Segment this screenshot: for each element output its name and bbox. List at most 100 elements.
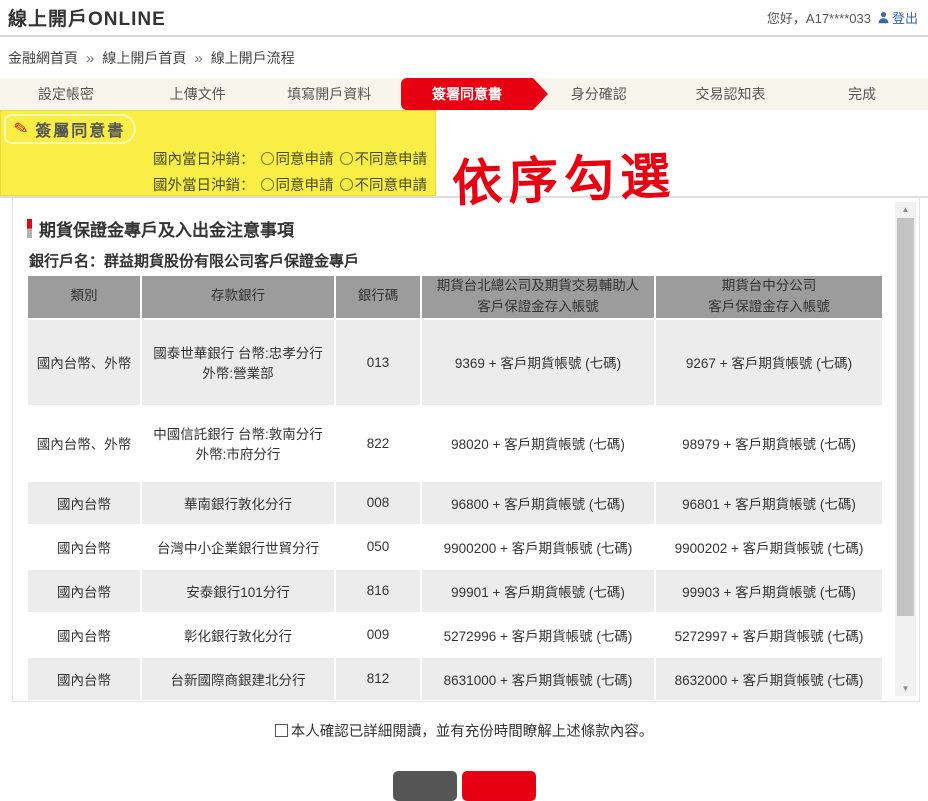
cell-taichung-account: 99903 + 客戶期貨帳號 (七碼): [656, 570, 882, 612]
cell-bank-code: 008: [336, 482, 420, 524]
cell-category: 國內台幣: [28, 482, 140, 524]
tab-set-password[interactable]: 設定帳密: [0, 78, 132, 110]
bank-line1: 台新國際商銀建北分行: [146, 669, 330, 689]
table-row: 國內台幣、外幣 中國信託銀行 台幣:敦南分行 外幣:市府分行 822 98020…: [28, 407, 882, 480]
header-taipei-line1: 期貨台北總公司及期貨交易輔助人: [426, 276, 650, 297]
scroll-down-icon[interactable]: ▼: [895, 681, 916, 696]
tab-sign-agreement-active[interactable]: 簽署同意書: [401, 78, 533, 110]
header-taipei-line2: 客戶保證金存入帳號: [426, 297, 650, 318]
domestic-agree-radio[interactable]: 同意申請: [261, 148, 334, 169]
cell-category: 國內台幣: [28, 526, 140, 568]
foreign-disagree-label: 不同意申請: [355, 174, 428, 195]
cell-taipei-account: 98020 + 客戶期貨帳號 (七碼): [422, 407, 654, 480]
tab-fill-account-info[interactable]: 填寫開戶資料: [263, 78, 395, 110]
next-step-button[interactable]: [462, 771, 536, 801]
breadcrumb-home[interactable]: 金融網首頁: [8, 48, 78, 68]
cell-bank-code: 013: [336, 320, 420, 405]
bank-line1: 國泰世華銀行 台幣:忠孝分行: [146, 342, 330, 362]
consent-highlight-box: ✎ 簽屬同意書 國內當日沖銷： 同意申請 不同意申請 國外當日沖銷： 同意申請 …: [0, 110, 436, 196]
logout-label: 登出: [892, 8, 918, 27]
notice-heading-text: 期貨保證金專戶及入出金注意事項: [39, 216, 294, 241]
domestic-disagree-label: 不同意申請: [355, 148, 428, 169]
foreign-day-trade-label: 國外當日沖銷：: [153, 174, 255, 195]
domestic-disagree-radio[interactable]: 不同意申請: [340, 148, 428, 169]
cell-bank-code: 050: [336, 526, 420, 568]
foreign-agree-radio[interactable]: 同意申請: [261, 174, 334, 195]
consent-section-title: 簽屬同意書: [35, 117, 125, 141]
bank-line1: 華南銀行敦化分行: [146, 493, 330, 513]
table-row: 國內台幣 華南銀行敦化分行 008 96800 + 客戶期貨帳號 (七碼) 96…: [28, 482, 882, 524]
logout-button[interactable]: 登出: [877, 8, 918, 27]
page-title: 線上開戶ONLINE: [8, 4, 166, 31]
cell-bank: 台灣中小企業銀行世貿分行: [142, 526, 334, 568]
cell-category: 國內台幣、外幣: [28, 320, 140, 405]
consent-section-label: ✎ 簽屬同意書: [4, 114, 136, 144]
tab-complete[interactable]: 完成: [796, 78, 928, 110]
breadcrumb-separator: »: [194, 50, 202, 67]
previous-step-button[interactable]: [393, 771, 457, 801]
table-row: 國內台幣 台灣中小企業銀行世貿分行 050 9900200 + 客戶期貨帳號 (…: [28, 526, 882, 568]
tab-upload-documents[interactable]: 上傳文件: [132, 78, 264, 110]
cell-bank-code: 822: [336, 407, 420, 480]
cell-taipei-account: 9369 + 客戶期貨帳號 (七碼): [422, 320, 654, 405]
breadcrumb-open-account-home[interactable]: 線上開戶首頁: [102, 48, 186, 68]
radio-circle-icon[interactable]: [340, 178, 353, 191]
cell-taipei-account: 9900200 + 客戶期貨帳號 (七碼): [422, 526, 654, 568]
scrollbar-thumb[interactable]: [897, 218, 914, 616]
agreement-panel: 期貨保證金專戶及入出金注意事項 銀行戶名：群益期貨股份有限公司客戶保證金專戶 類…: [12, 198, 920, 702]
header-taichung-line1: 期貨台中分公司: [660, 276, 878, 297]
breadcrumb: 金融網首頁 » 線上開戶首頁 » 線上開戶流程: [8, 48, 295, 68]
cell-bank: 安泰銀行101分行: [142, 570, 334, 612]
cell-taipei-account: 99901 + 客戶期貨帳號 (七碼): [422, 570, 654, 612]
table-header-row: 類別 存款銀行 銀行碼 期貨台北總公司及期貨交易輔助人 客戶保證金存入帳號 期貨…: [28, 276, 882, 318]
domestic-day-trade-label: 國內當日沖銷：: [153, 148, 255, 169]
table-row: 國內台幣 安泰銀行101分行 816 99901 + 客戶期貨帳號 (七碼) 9…: [28, 570, 882, 612]
cell-taipei-account: 8631000 + 客戶期貨帳號 (七碼): [422, 658, 654, 700]
confirm-label: 本人確認已詳細閱讀，並有充份時間瞭解上述條款內容。: [291, 720, 654, 741]
foreign-disagree-radio[interactable]: 不同意申請: [340, 174, 428, 195]
header-category: 類別: [28, 276, 140, 318]
header-taipei-account: 期貨台北總公司及期貨交易輔助人 客戶保證金存入帳號: [422, 276, 654, 318]
heading-marker-icon: [27, 219, 32, 238]
pencil-icon: ✎: [12, 118, 31, 141]
cell-bank-code: 009: [336, 614, 420, 656]
cell-taichung-account: 5272997 + 客戶期貨帳號 (七碼): [656, 614, 882, 656]
cell-taichung-account: 9267 + 客戶期貨帳號 (七碼): [656, 320, 882, 405]
tab-trading-awareness[interactable]: 交易認知表: [665, 78, 797, 110]
foreign-day-trade-row: 國外當日沖銷： 同意申請 不同意申請: [153, 174, 427, 195]
bank-line2: 外幣:市府分行: [146, 443, 330, 463]
header-bank-code: 銀行碼: [336, 276, 420, 318]
cell-category: 國內台幣、外幣: [28, 407, 140, 480]
bank-account-name: 銀行戶名：群益期貨股份有限公司客戶保證金專戶: [29, 250, 359, 271]
radio-circle-icon[interactable]: [261, 178, 274, 191]
cell-bank: 華南銀行敦化分行: [142, 482, 334, 524]
notice-heading: 期貨保證金專戶及入出金注意事項: [27, 216, 294, 241]
bank-line1: 台灣中小企業銀行世貿分行: [146, 537, 330, 557]
scroll-up-icon[interactable]: ▲: [895, 202, 916, 217]
table-row: 國內台幣 彰化銀行敦化分行 009 5272996 + 客戶期貨帳號 (七碼) …: [28, 614, 882, 656]
button-row: [0, 771, 928, 801]
radio-circle-icon[interactable]: [340, 152, 353, 165]
cell-taipei-account: 5272996 + 客戶期貨帳號 (七碼): [422, 614, 654, 656]
breadcrumb-open-account-flow[interactable]: 線上開戶流程: [211, 48, 295, 68]
cell-bank: 彰化銀行敦化分行: [142, 614, 334, 656]
cell-bank: 國泰世華銀行 台幣:忠孝分行 外幣:營業部: [142, 320, 334, 405]
user-greeting: 您好，A17****033: [767, 8, 871, 27]
tab-identity-confirm[interactable]: 身分確認: [533, 78, 665, 110]
cell-category: 國內台幣: [28, 658, 140, 700]
confirm-row: 本人確認已詳細閱讀，並有充份時間瞭解上述條款內容。: [0, 720, 928, 741]
confirm-checkbox[interactable]: [275, 724, 288, 737]
step-tabs: 設定帳密 上傳文件 填寫開戶資料 簽署同意書 身分確認 交易認知表 完成: [0, 78, 928, 110]
panel-scrollbar[interactable]: ▲ ▼: [895, 202, 916, 696]
bank-line1: 安泰銀行101分行: [146, 581, 330, 601]
bank-line1: 中國信託銀行 台幣:敦南分行: [146, 423, 330, 443]
header-taichung-account: 期貨台中分公司 客戶保證金存入帳號: [656, 276, 882, 318]
bank-line2: 外幣:營業部: [146, 362, 330, 382]
radio-circle-icon[interactable]: [261, 152, 274, 165]
cell-category: 國內台幣: [28, 614, 140, 656]
header-taichung-line2: 客戶保證金存入帳號: [660, 297, 878, 318]
person-icon: [877, 11, 890, 24]
breadcrumb-separator: »: [86, 50, 94, 67]
cell-taichung-account: 9900202 + 客戶期貨帳號 (七碼): [656, 526, 882, 568]
user-area: 您好，A17****033 登出: [767, 8, 918, 27]
